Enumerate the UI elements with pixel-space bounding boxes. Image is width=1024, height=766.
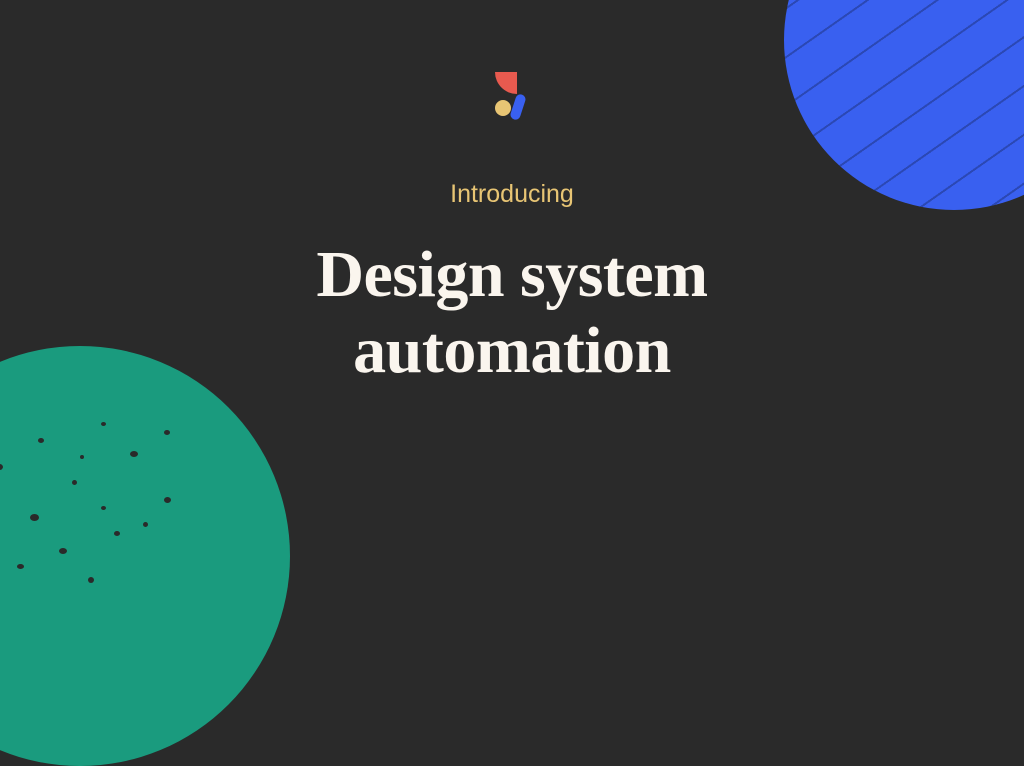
hero-title-line-2: automation <box>0 313 1024 389</box>
hero-content: Introducing Design system automation <box>0 180 1024 389</box>
hero-subtitle: Introducing <box>0 180 1024 209</box>
decorative-blue-circle <box>784 0 1024 210</box>
hero-title-line-1: Design system <box>0 237 1024 313</box>
decorative-green-circle <box>0 346 290 766</box>
brand-logo-icon <box>487 70 537 120</box>
hero-title: Design system automation <box>0 237 1024 389</box>
